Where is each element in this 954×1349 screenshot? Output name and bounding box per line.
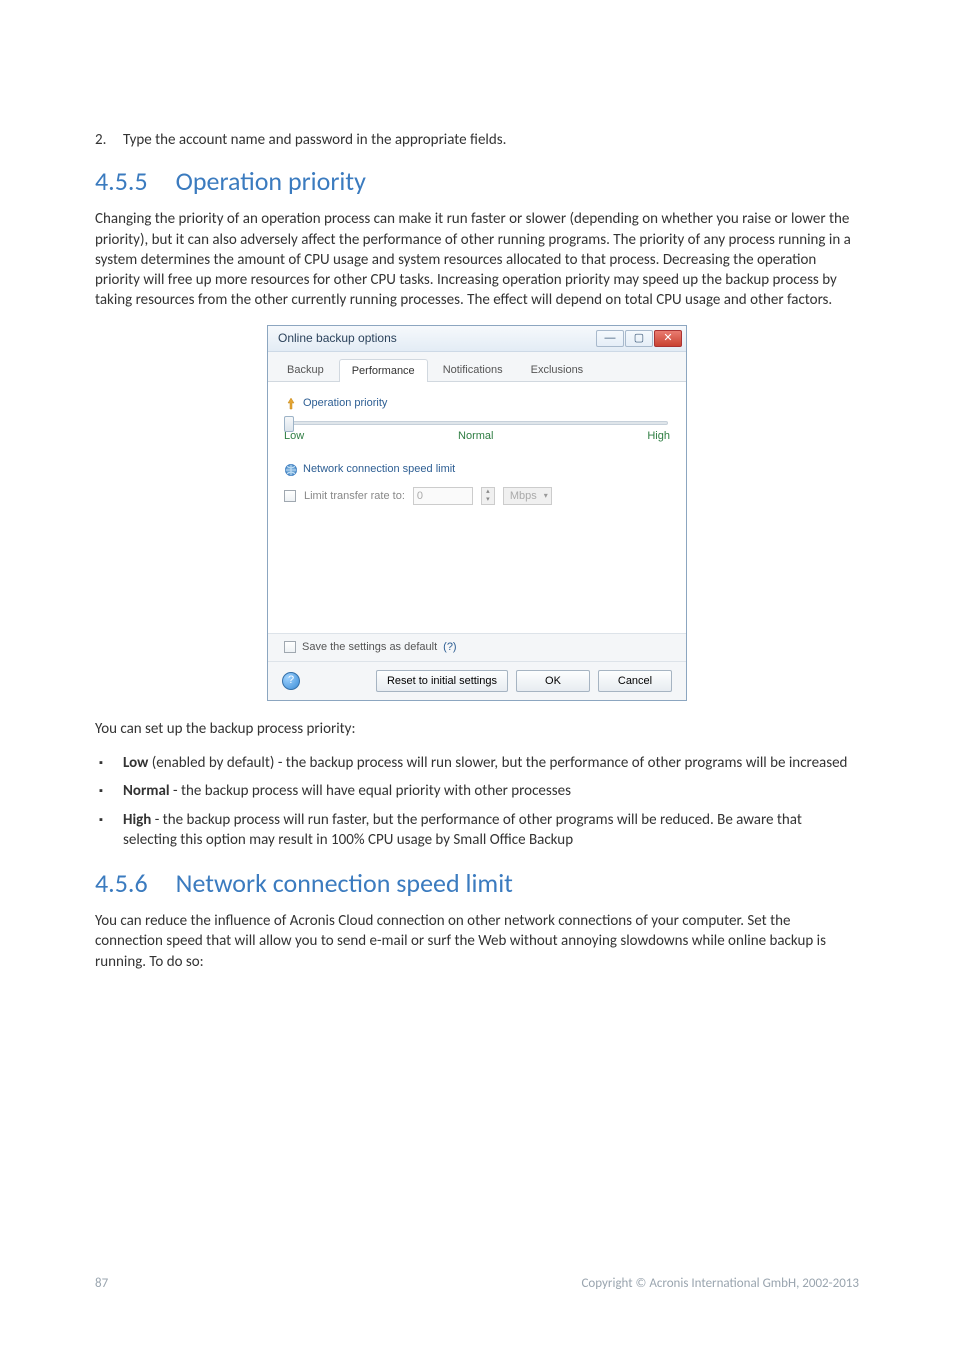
- save-default-checkbox[interactable]: [284, 641, 296, 653]
- priority-slider-thumb[interactable]: [284, 416, 294, 432]
- minimize-button[interactable]: —: [596, 330, 624, 347]
- section-heading-456: 4.5.6 Network connection speed limit: [95, 866, 859, 901]
- dialog-title: Online backup options: [278, 330, 397, 346]
- section-title: Network connection speed limit: [176, 866, 513, 901]
- priority-slider-labels: Low Normal High: [284, 429, 670, 444]
- page-footer: 87 Copyright © Acronis International Gmb…: [95, 1275, 859, 1293]
- section-heading-455: 4.5.5 Operation priority: [95, 164, 859, 199]
- cancel-button[interactable]: Cancel: [598, 670, 672, 692]
- section-455-paragraph: Changing the priority of an operation pr…: [95, 209, 859, 310]
- bullet-icon: ▪: [95, 810, 123, 851]
- copyright-text: Copyright © Acronis International GmbH, …: [581, 1275, 859, 1293]
- section-number: 4.5.5: [95, 164, 148, 199]
- list-item: ▪ High - the backup process will run fas…: [95, 810, 859, 851]
- slider-label-high: High: [647, 429, 670, 444]
- priority-arrow-icon: [284, 397, 298, 411]
- dialog-screenshot: Online backup options — ▢ ✕ Backup Perfo…: [95, 325, 859, 701]
- limit-transfer-label: Limit transfer rate to:: [304, 489, 405, 504]
- operation-priority-label: Operation priority: [303, 396, 387, 411]
- dialog-titlebar: Online backup options — ▢ ✕: [268, 326, 686, 352]
- maximize-button[interactable]: ▢: [625, 330, 653, 347]
- close-button[interactable]: ✕: [654, 330, 682, 347]
- priority-intro-text: You can set up the backup process priori…: [95, 719, 859, 739]
- page-number: 87: [95, 1275, 108, 1293]
- list-item-text: High - the backup process will run faste…: [123, 810, 859, 851]
- network-limit-group: Network connection speed limit: [284, 462, 670, 477]
- step-text: Type the account name and password in th…: [123, 130, 506, 150]
- priority-bullet-list: ▪ Low (enabled by default) - the backup …: [95, 753, 859, 850]
- bullet-icon: ▪: [95, 753, 123, 773]
- save-default-help-link[interactable]: (?): [443, 640, 456, 655]
- online-backup-options-dialog: Online backup options — ▢ ✕ Backup Perfo…: [267, 325, 687, 701]
- save-default-row: Save the settings as default (?): [268, 633, 686, 661]
- limit-transfer-unit[interactable]: Mbps: [503, 487, 552, 505]
- network-limit-label: Network connection speed limit: [303, 462, 455, 477]
- help-button[interactable]: ?: [282, 672, 300, 690]
- save-default-label: Save the settings as default: [302, 640, 437, 655]
- limit-transfer-stepper[interactable]: ▴▾: [481, 487, 495, 505]
- list-item-text: Low (enabled by default) - the backup pr…: [123, 753, 847, 773]
- numbered-step: 2. Type the account name and password in…: [95, 130, 859, 150]
- section-456-paragraph: You can reduce the influence of Acronis …: [95, 911, 859, 972]
- limit-transfer-value[interactable]: [413, 487, 473, 505]
- list-item-text: Normal - the backup process will have eq…: [123, 781, 571, 801]
- step-number: 2.: [95, 130, 123, 150]
- operation-priority-group: Operation priority: [284, 396, 670, 411]
- reset-button[interactable]: Reset to initial settings: [376, 670, 508, 692]
- globe-icon: [284, 463, 298, 477]
- section-number: 4.5.6: [95, 866, 148, 901]
- dialog-button-row: ? Reset to initial settings OK Cancel: [268, 661, 686, 700]
- ok-button[interactable]: OK: [516, 670, 590, 692]
- section-title: Operation priority: [176, 164, 366, 199]
- list-item: ▪ Low (enabled by default) - the backup …: [95, 753, 859, 773]
- dialog-tabs: Backup Performance Notifications Exclusi…: [268, 352, 686, 383]
- tab-exclusions[interactable]: Exclusions: [518, 358, 597, 382]
- bullet-icon: ▪: [95, 781, 123, 801]
- limit-transfer-row: Limit transfer rate to: ▴▾ Mbps: [284, 487, 670, 505]
- slider-label-normal: Normal: [458, 429, 493, 444]
- limit-transfer-checkbox[interactable]: [284, 490, 296, 502]
- priority-slider[interactable]: [286, 421, 668, 425]
- tab-backup[interactable]: Backup: [274, 358, 337, 382]
- tab-performance[interactable]: Performance: [339, 359, 428, 383]
- list-item: ▪ Normal - the backup process will have …: [95, 781, 859, 801]
- dialog-body: Operation priority Low Normal High Netwo…: [268, 382, 686, 633]
- tab-notifications[interactable]: Notifications: [430, 358, 516, 382]
